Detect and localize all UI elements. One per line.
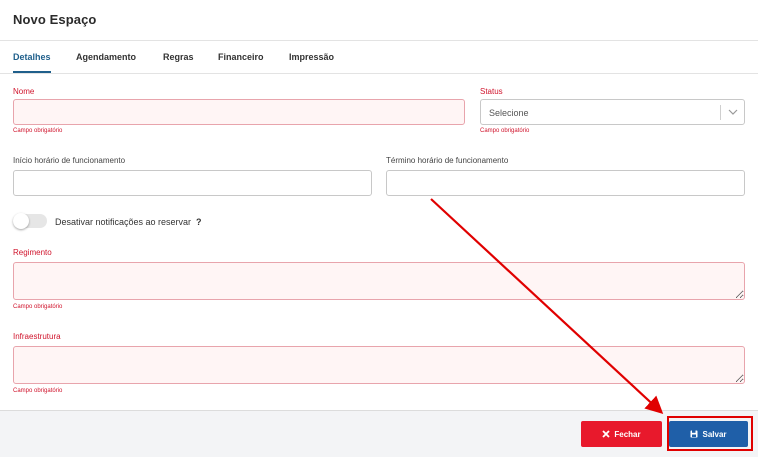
status-error: Campo obrigatório [480, 128, 530, 134]
notificacoes-toggle[interactable] [13, 213, 47, 229]
tab-bar: Detalhes Agendamento Regras Financeiro I… [0, 41, 758, 74]
infraestrutura-textarea[interactable] [13, 346, 745, 384]
tab-agendamento[interactable]: Agendamento [76, 41, 136, 73]
regimento-textarea[interactable] [13, 262, 745, 300]
inicio-label: Início horário de funcionamento [13, 156, 126, 165]
close-icon [602, 430, 611, 438]
termino-input[interactable] [386, 170, 745, 196]
modal-header: Novo Espaço [0, 0, 758, 41]
regimento-label: Regimento [13, 248, 52, 257]
status-select[interactable]: Selecione [480, 99, 745, 125]
close-button[interactable]: Fechar [581, 421, 662, 447]
nome-error: Campo obrigatório [13, 128, 63, 134]
infraestrutura-error: Campo obrigatório [13, 388, 63, 394]
tab-regras[interactable]: Regras [163, 41, 194, 73]
tab-impressao[interactable]: Impressão [289, 41, 334, 73]
status-select-value: Selecione [489, 108, 529, 118]
help-icon[interactable]: ? [196, 217, 202, 227]
modal-title: Novo Espaço [13, 12, 97, 27]
status-label: Status [480, 87, 503, 96]
regimento-error: Campo obrigatório [13, 304, 63, 310]
tab-detalhes[interactable]: Detalhes [13, 41, 51, 73]
save-button[interactable]: Salvar [669, 421, 748, 447]
select-divider [720, 105, 721, 120]
chevron-down-icon [728, 109, 738, 115]
nome-input[interactable] [13, 99, 465, 125]
close-button-label: Fechar [614, 429, 641, 439]
inicio-input[interactable] [13, 170, 372, 196]
toggle-knob [13, 213, 29, 229]
notificacoes-label: Desativar notificações ao reservar [55, 217, 192, 227]
save-button-label: Salvar [702, 429, 727, 439]
termino-label: Término horário de funcionamento [386, 156, 509, 165]
nome-label: Nome [13, 87, 35, 96]
tab-financeiro[interactable]: Financeiro [218, 41, 264, 73]
save-icon [690, 430, 698, 438]
infraestrutura-label: Infraestrutura [13, 332, 61, 341]
